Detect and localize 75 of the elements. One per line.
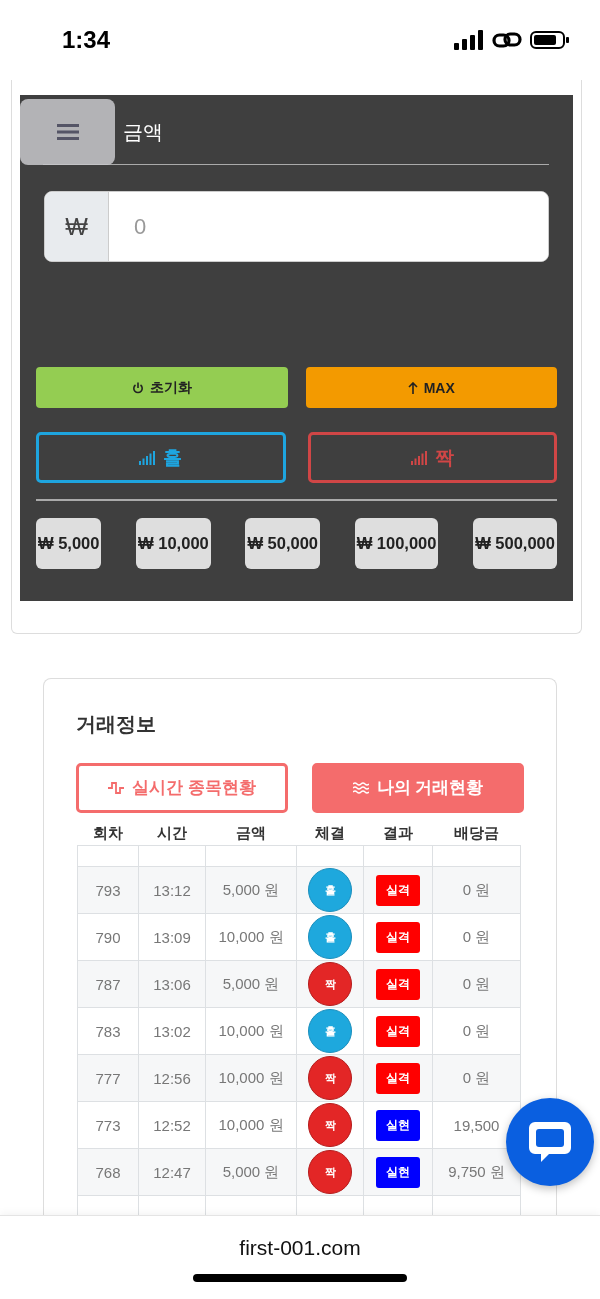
table-cell: 783	[95, 1022, 121, 1040]
amount-field[interactable]: ₩ 0	[44, 191, 549, 262]
result-badge: 실격	[376, 1062, 420, 1094]
table-cell: 12:52	[153, 1116, 191, 1134]
waves-icon	[352, 782, 369, 794]
url-text[interactable]: first-001.com	[239, 1236, 361, 1260]
chat-icon	[527, 1120, 573, 1164]
table-cell: 12:56	[153, 1069, 191, 1087]
column-header: 시간	[157, 824, 187, 843]
currency-label: ₩	[45, 192, 109, 261]
table-cell: 777	[95, 1069, 121, 1087]
menu-button[interactable]	[20, 99, 115, 165]
table-cell: 13:06	[153, 975, 191, 993]
pick-badge: 짝	[308, 1056, 352, 1100]
section-title: 금액	[123, 120, 163, 145]
reset-button[interactable]: 초기화	[36, 367, 288, 408]
chip-button[interactable]: ₩ 50,000	[245, 518, 320, 569]
result-badge: 실현	[376, 1156, 420, 1188]
signal-bars-icon	[410, 450, 427, 465]
arrow-up-icon	[407, 381, 418, 394]
table-cell: 13:09	[153, 928, 191, 946]
chip-button[interactable]: ₩ 10,000	[136, 518, 211, 569]
max-button[interactable]: MAX	[305, 367, 557, 408]
table-cell: 0 원	[462, 1068, 491, 1086]
table-cell: 0 원	[462, 927, 491, 945]
table-cell: 5,000 원	[222, 1162, 280, 1180]
status-time: 1:34	[62, 26, 111, 54]
column-header: 회차	[93, 824, 123, 843]
battery-icon	[530, 30, 570, 50]
pick-badge: 짝	[308, 962, 352, 1006]
power-icon	[131, 381, 144, 394]
pick-badge: 짝	[308, 1150, 352, 1194]
table-cell: 793	[95, 881, 121, 899]
column-header: 배당금	[454, 824, 499, 843]
table-cell: 10,000 원	[218, 927, 284, 945]
section-title: 거래정보	[76, 712, 156, 737]
menu-icon	[56, 123, 79, 141]
result-badge: 실현	[376, 1109, 420, 1141]
table-cell: 13:12	[153, 881, 191, 899]
pick-badge: 짝	[308, 1103, 352, 1147]
signal-bars-icon	[139, 450, 156, 465]
pick-badge: 홀	[308, 868, 352, 912]
table-cell: 10,000 원	[218, 1021, 284, 1039]
table-cell: 13:02	[153, 1022, 191, 1040]
table-cell: 5,000 원	[222, 974, 280, 992]
pick-badge: 홀	[308, 915, 352, 959]
result-badge: 실격	[376, 921, 420, 953]
table-cell: 10,000 원	[218, 1068, 284, 1086]
link-icon	[492, 30, 522, 50]
signal-icon	[454, 30, 484, 50]
table-cell: 12:47	[153, 1163, 191, 1181]
chat-button[interactable]	[506, 1098, 594, 1186]
table-cell: 0 원	[462, 880, 491, 898]
table-cell: 0 원	[462, 1021, 491, 1039]
table-cell: 5,000 원	[222, 880, 280, 898]
chip-button[interactable]: ₩ 100,000	[354, 518, 439, 569]
result-badge: 실격	[376, 968, 420, 1000]
chip-button[interactable]: ₩ 500,000	[473, 518, 557, 569]
table-cell: 773	[95, 1116, 121, 1134]
pick-badge: 홀	[308, 1009, 352, 1053]
table-cell: 10,000 원	[218, 1115, 284, 1133]
result-badge: 실격	[376, 874, 420, 906]
column-header: 체결	[315, 824, 345, 843]
table-cell: 0 원	[462, 974, 491, 992]
result-badge: 실격	[376, 1015, 420, 1047]
table-cell: 9,750 원	[448, 1162, 505, 1180]
table-cell: 790	[95, 928, 121, 946]
table-cell: 768	[95, 1163, 121, 1181]
column-header: 금액	[236, 824, 266, 843]
odd-button[interactable]: 홀	[36, 432, 286, 483]
table-cell: 19,500	[453, 1116, 500, 1134]
table-cell: 787	[95, 975, 121, 993]
chip-button[interactable]: ₩ 5,000	[36, 518, 102, 569]
pulse-icon	[108, 782, 125, 794]
column-header: 결과	[383, 824, 413, 843]
